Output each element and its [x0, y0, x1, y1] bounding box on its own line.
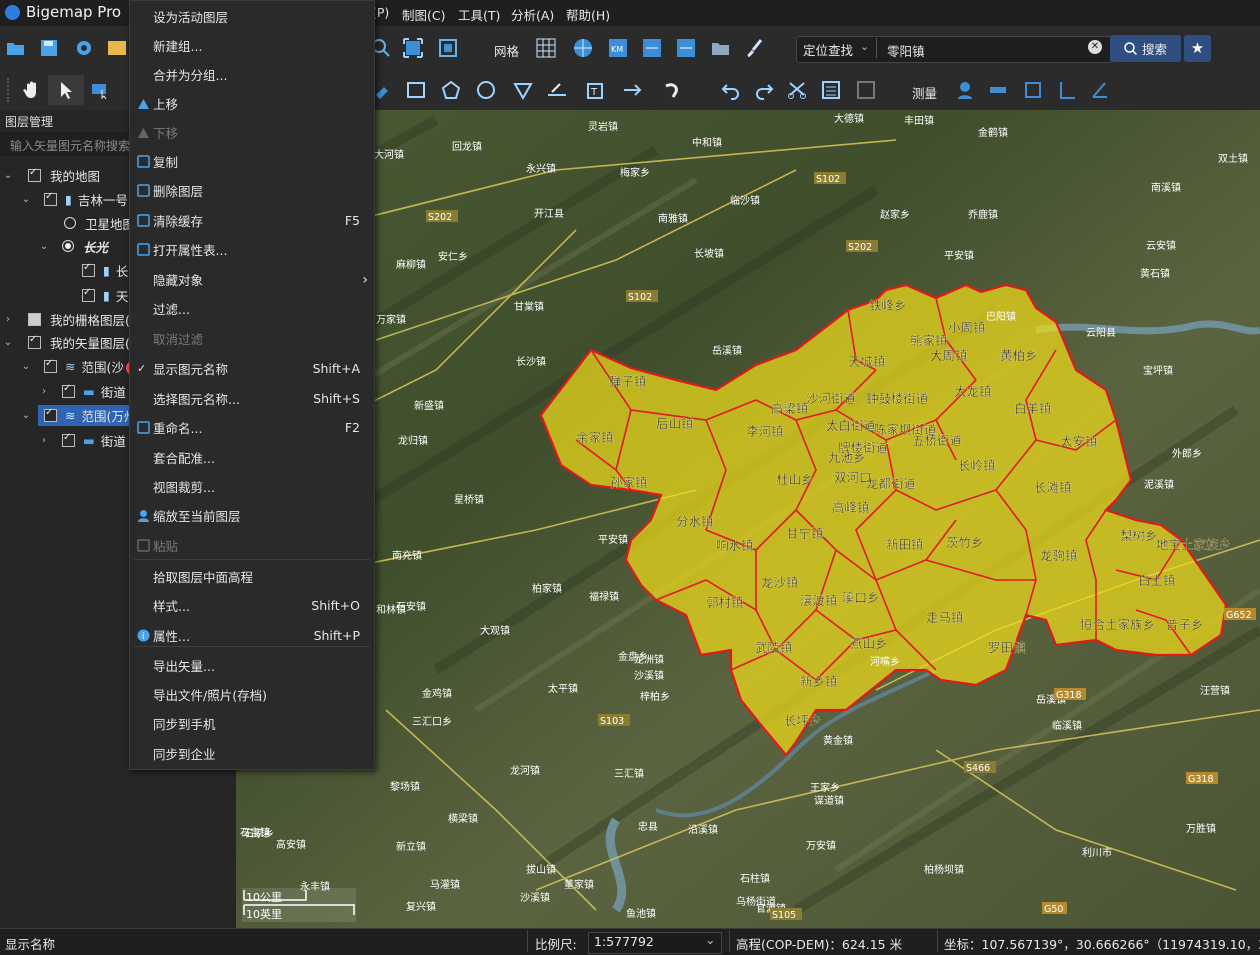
menu-item-move-up[interactable]: 上移: [130, 89, 374, 118]
menu-item-shortcut: F2: [344, 420, 360, 435]
menu-item-registration[interactable]: 套合配准...: [130, 443, 374, 472]
coordinate-readout: 坐标：107.567139°，30.666266°（11974319.10，35…: [944, 937, 1260, 952]
menu-item-label: 新建组...: [153, 39, 203, 54]
menu-item-label: 缩放至当前图层: [153, 509, 241, 524]
menu-item-sync-to-phone[interactable]: 同步到手机: [130, 709, 374, 738]
edit-icon: [137, 421, 150, 434]
menu-item-new-group[interactable]: 新建组...: [130, 31, 374, 60]
menu-item-rename[interactable]: 重命名... F2: [130, 413, 374, 442]
menu-item-label: 属性...: [153, 629, 190, 644]
menu-item-label: 导出矢量...: [153, 659, 215, 674]
checkmark-icon: ✓: [137, 362, 147, 375]
menu-separator: [134, 559, 370, 560]
menu-item-show-element-name[interactable]: ✓ 显示图元名称 Shift+A: [130, 354, 374, 383]
zoom-icon: [137, 509, 150, 522]
menu-item-select-element-name[interactable]: 选择图元名称... Shift+S: [130, 384, 374, 413]
scale-label: 比例尺:: [535, 937, 577, 952]
menu-item-label: 样式...: [153, 599, 190, 614]
menu-item-style[interactable]: 样式... Shift+O: [130, 591, 374, 620]
menu-item-label: 视图裁剪...: [153, 480, 215, 495]
copy-icon: [137, 155, 150, 168]
menu-item-clear-cache[interactable]: 清除缓存 F5: [130, 206, 374, 235]
status-divider: [527, 930, 528, 952]
menu-item-shortcut: Shift+A: [312, 361, 360, 376]
menu-item-label: 打开属性表...: [153, 243, 228, 258]
menu-item-label: 选择图元名称...: [153, 392, 240, 407]
menu-item-paste[interactable]: 粘贴: [130, 531, 374, 560]
menu-item-merge-to-group[interactable]: 合并为分组...: [130, 60, 374, 89]
menu-item-label: 同步到企业: [153, 747, 216, 762]
table-icon: [137, 243, 150, 256]
menu-item-move-down[interactable]: 下移: [130, 118, 374, 147]
menu-item-cancel-filter[interactable]: 取消过滤: [130, 324, 374, 353]
menu-item-zoom-to-layer[interactable]: 缩放至当前图层: [130, 501, 374, 530]
menu-item-filter[interactable]: 过滤...: [130, 294, 374, 323]
menu-item-shortcut: Shift+O: [311, 598, 360, 613]
menu-item-label: 设为活动图层: [153, 10, 229, 25]
up-icon: [137, 126, 150, 139]
menu-item-label: 删除图层: [153, 184, 204, 199]
menu-item-label: 粘贴: [153, 539, 179, 554]
menu-item-label: 隐藏对象: [153, 273, 204, 288]
menu-item-label: 显示图元名称: [153, 362, 229, 377]
menu-item-set-active-layer[interactable]: 设为活动图层: [130, 2, 374, 31]
menu-item-export-vector[interactable]: 导出矢量...: [130, 651, 374, 680]
paste-icon: [137, 539, 150, 552]
menu-item-label: 过滤...: [153, 302, 190, 317]
layer-context-menu: 设为活动图层 新建组... 合并为分组... 上移下移复制删除图层清除缓存 F5 打开属性…: [129, 0, 375, 770]
menu-item-view-clip[interactable]: 视图裁剪...: [130, 472, 374, 501]
menu-item-label: 重命名...: [153, 421, 203, 436]
svg-text:i: i: [142, 632, 145, 642]
menu-item-sync-to-enterprise[interactable]: 同步到企业: [130, 739, 374, 768]
menu-item-label: 同步到手机: [153, 717, 216, 732]
menu-separator: [134, 646, 370, 647]
menu-item-label: 取消过滤: [153, 332, 204, 347]
menu-item-hide-objects[interactable]: 隐藏对象 ›: [130, 265, 374, 294]
chevron-down-icon[interactable]: ⌄: [705, 932, 715, 947]
status-divider: [937, 930, 938, 952]
status-left-text: 显示名称: [5, 937, 56, 952]
menu-item-label: 清除缓存: [153, 214, 204, 229]
del-icon: [137, 184, 150, 197]
brush-icon: [137, 214, 150, 227]
submenu-chevron-icon: ›: [362, 271, 368, 288]
info-icon: i: [137, 629, 150, 642]
menu-item-label: 下移: [153, 126, 179, 141]
menu-item-label: 套合配准...: [153, 451, 215, 466]
menu-item-shortcut: Shift+S: [313, 391, 360, 406]
up-icon: [137, 97, 150, 110]
scale-value[interactable]: 1:577792: [594, 934, 654, 949]
menu-item-label: 合并为分组...: [153, 68, 228, 83]
menu-item-label: 复制: [153, 155, 179, 170]
menu-item-label: 拾取图层中面高程: [153, 570, 254, 585]
menu-item-label: 导出文件/照片(存档): [153, 688, 267, 703]
menu-item-pick-elevation[interactable]: 拾取图层中面高程: [130, 562, 374, 591]
menu-item-shortcut: F5: [344, 213, 360, 228]
menu-item-export-file-photo[interactable]: 导出文件/照片(存档): [130, 680, 374, 709]
menu-item-label: 上移: [153, 97, 179, 112]
menu-item-copy[interactable]: 复制: [130, 147, 374, 176]
status-divider: [729, 930, 730, 952]
elevation-readout: 高程(COP-DEM)：624.15 米: [736, 937, 903, 952]
menu-item-open-attribute-table[interactable]: 打开属性表...: [130, 235, 374, 264]
menu-item-delete-layer[interactable]: 删除图层: [130, 176, 374, 205]
menu-item-shortcut: Shift+P: [313, 628, 360, 643]
